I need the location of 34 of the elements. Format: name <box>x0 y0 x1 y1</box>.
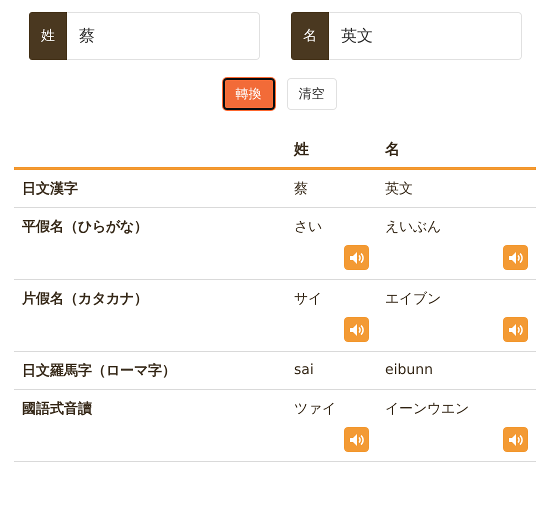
field-label: 名 <box>291 12 329 60</box>
row-label: 平假名（ひらがな） <box>22 219 148 235</box>
speaker-button[interactable] <box>503 317 528 342</box>
clear-button[interactable]: 清空 <box>286 78 336 110</box>
table-cell: エイブン <box>385 291 441 307</box>
speaker-icon <box>508 250 524 264</box>
table-cell: 蔡 <box>294 181 308 197</box>
row-label: 日文羅馬字（ローマ字） <box>22 363 176 379</box>
table-cell: sai <box>294 362 314 378</box>
speaker-button[interactable] <box>344 427 369 452</box>
field-label: 姓 <box>29 12 67 60</box>
speaker-button[interactable] <box>344 245 369 270</box>
table-cell: さい <box>294 219 322 235</box>
speaker-button[interactable] <box>503 245 528 270</box>
row-label: 國語式音讀 <box>22 401 92 417</box>
speaker-icon <box>348 432 364 446</box>
table-cell: えいぶん <box>385 219 441 235</box>
table-cell: イーンウエン <box>385 401 469 417</box>
table-cell: サイ <box>294 291 322 307</box>
speaker-icon <box>508 322 524 336</box>
column-header: 姓 <box>294 140 309 158</box>
speaker-icon <box>348 322 364 336</box>
table-cell: ツァイ <box>294 401 336 417</box>
column-header: 名 <box>385 140 400 158</box>
table-cell: eibunn <box>385 362 434 378</box>
row-label: 片假名（カタカナ） <box>22 291 148 307</box>
speaker-button[interactable] <box>503 427 528 452</box>
speaker-icon <box>348 250 364 264</box>
input-field[interactable]: 英文 <box>329 12 522 60</box>
speaker-icon <box>508 432 524 446</box>
table-cell: 英文 <box>385 181 413 197</box>
input-field[interactable]: 蔡 <box>67 12 260 60</box>
row-label: 日文漢字 <box>22 181 78 197</box>
speaker-button[interactable] <box>344 317 369 342</box>
